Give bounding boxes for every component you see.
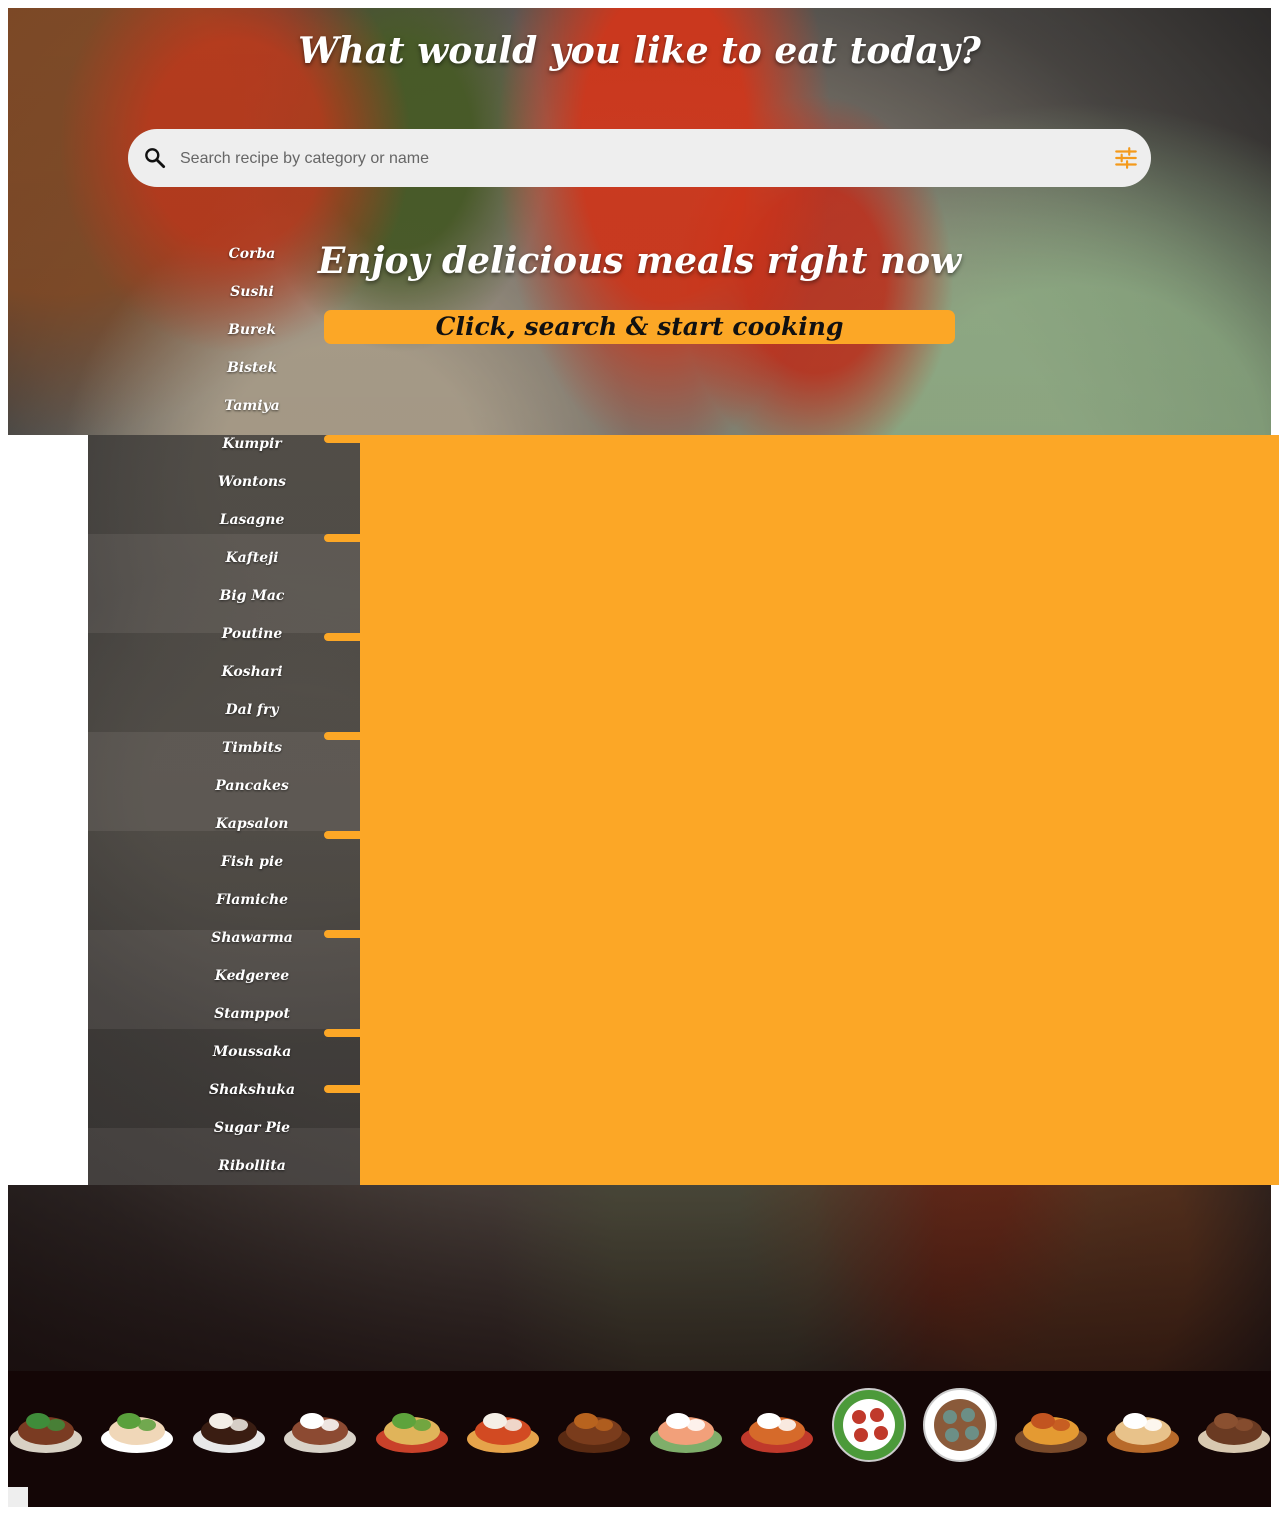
section-tab bbox=[324, 633, 364, 641]
sidebar-item-shawarma[interactable]: Shawarma bbox=[200, 919, 304, 957]
page-title: What would you like to eat today? bbox=[298, 30, 981, 72]
section-tab bbox=[324, 435, 364, 443]
section-tab bbox=[324, 534, 364, 542]
search-input[interactable] bbox=[178, 129, 1102, 189]
search-icon bbox=[145, 148, 166, 169]
recipe-sidebar: Corba Sushi Burek Bistek Tamiya Kumpir Wontons… bbox=[200, 235, 304, 1185]
sidebar-item-flamiche[interactable]: Flamiche bbox=[200, 881, 304, 919]
kebab-icon[interactable] bbox=[1196, 1387, 1271, 1463]
sidebar-item-big-mac[interactable]: Big Mac bbox=[200, 577, 304, 615]
tacos-icon[interactable] bbox=[374, 1387, 450, 1463]
grilled-steak-icon[interactable] bbox=[556, 1387, 632, 1463]
sidebar-item-kapsalon[interactable]: Kapsalon bbox=[200, 805, 304, 843]
sidebar-item-pancakes[interactable]: Pancakes bbox=[200, 767, 304, 805]
lamb-chops-icon[interactable] bbox=[282, 1387, 358, 1463]
sidebar-item-bistek[interactable]: Bistek bbox=[200, 349, 304, 387]
sidebar-item-shakshuka[interactable]: Shakshuka bbox=[200, 1071, 304, 1109]
recipe-content-area bbox=[360, 435, 1279, 1185]
sidebar-item-burek[interactable]: Burek bbox=[200, 311, 304, 349]
sidebar-item-sushi[interactable]: Sushi bbox=[200, 273, 304, 311]
section-tab bbox=[324, 831, 364, 839]
sidebar-item-poutine[interactable]: Poutine bbox=[200, 615, 304, 653]
meat-platter-icon[interactable] bbox=[922, 1387, 998, 1463]
side-dishes-icon[interactable] bbox=[739, 1387, 815, 1463]
sidebar-item-koshari[interactable]: Koshari bbox=[200, 653, 304, 691]
caprese-icon[interactable] bbox=[831, 1387, 907, 1463]
sidebar-item-corba[interactable]: Corba bbox=[200, 235, 304, 273]
sidebar-item-fish-pie[interactable]: Fish pie bbox=[200, 843, 304, 881]
sidebar-item-dal-fry[interactable]: Dal fry bbox=[200, 691, 304, 729]
chocolate-dessert-icon[interactable] bbox=[191, 1387, 267, 1463]
start-cooking-button[interactable]: Click, search & start cooking bbox=[324, 310, 955, 344]
scroll-corner bbox=[8, 1487, 28, 1507]
sidebar-item-kafteji[interactable]: Kafteji bbox=[200, 539, 304, 577]
sidebar-item-timbits[interactable]: Timbits bbox=[200, 729, 304, 767]
party-platter-icon[interactable] bbox=[1013, 1387, 1089, 1463]
sidebar-item-moussaka[interactable]: Moussaka bbox=[200, 1033, 304, 1071]
section-tab bbox=[324, 1085, 364, 1093]
salmon-icon[interactable] bbox=[648, 1387, 724, 1463]
sidebar-item-ribollita[interactable]: Ribollita bbox=[200, 1147, 304, 1185]
raw-chicken-icon[interactable] bbox=[99, 1387, 175, 1463]
section-tab bbox=[324, 732, 364, 740]
hero-subtitle: Enjoy delicious meals right now bbox=[317, 240, 962, 282]
steak-salad-icon[interactable] bbox=[8, 1387, 84, 1463]
pasta-icon[interactable] bbox=[465, 1387, 541, 1463]
content-gutter bbox=[8, 435, 88, 1185]
sidebar-item-wontons[interactable]: Wontons bbox=[200, 463, 304, 501]
sidebar-item-sugar-pie[interactable]: Sugar Pie bbox=[200, 1109, 304, 1147]
sidebar-item-tamiya[interactable]: Tamiya bbox=[200, 387, 304, 425]
pancakes-icon[interactable] bbox=[1105, 1387, 1181, 1463]
filter-sliders-icon[interactable] bbox=[1113, 145, 1139, 171]
section-tab bbox=[324, 930, 364, 938]
sidebar-item-kumpir[interactable]: Kumpir bbox=[200, 425, 304, 463]
search-bar bbox=[128, 129, 1151, 189]
section-tab bbox=[324, 1029, 364, 1037]
sidebar-item-lasagne[interactable]: Lasagne bbox=[200, 501, 304, 539]
food-carousel bbox=[8, 1371, 1271, 1507]
sidebar-item-kedgeree[interactable]: Kedgeree bbox=[200, 957, 304, 995]
sidebar-item-stamppot[interactable]: Stamppot bbox=[200, 995, 304, 1033]
